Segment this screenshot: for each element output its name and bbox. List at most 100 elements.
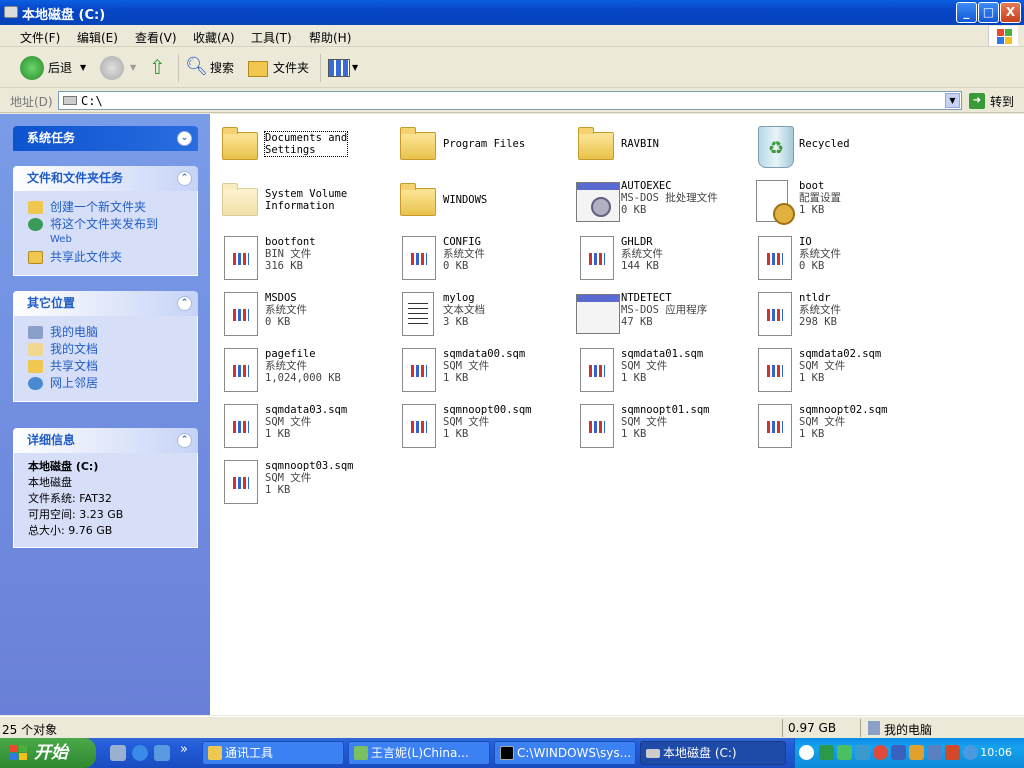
collapse-chevron-icon[interactable]: ⌃	[177, 171, 192, 186]
file-type: 系统文件	[621, 248, 663, 260]
file-item[interactable]: sqmdata03.sqm SQM 文件 1 KB	[218, 400, 396, 456]
address-value[interactable]: C:\	[81, 94, 103, 108]
file-item[interactable]: Program Files	[396, 120, 574, 176]
file-item[interactable]: GHLDR 系统文件 144 KB	[574, 232, 752, 288]
system-tasks-header[interactable]: 系统任务 ⌄	[13, 126, 198, 151]
address-dropdown-icon[interactable]: ▼	[945, 93, 960, 108]
file-name-block: sqmnoopt03.sqm	[265, 460, 354, 472]
taskbar-item-chat[interactable]: 王言妮(L)China...	[348, 741, 490, 765]
file-item[interactable]: MSDOS 系统文件 0 KB	[218, 288, 396, 344]
back-button[interactable]: 后退	[48, 56, 72, 80]
menu-help[interactable]: 帮助(H)	[309, 29, 351, 46]
close-button[interactable]: X	[1000, 2, 1021, 23]
file-item[interactable]: sqmnoopt00.sqm SQM 文件 1 KB	[396, 400, 574, 456]
file-size: 1 KB	[621, 428, 647, 440]
maximize-button[interactable]: □	[978, 2, 999, 23]
taskbar-item-cmd[interactable]: C:\WINDOWS\sys...	[494, 741, 636, 765]
details-panel: 详细信息 ⌃ 本地磁盘 (C:) 本地磁盘 文件系统: FAT32 可用空间: …	[13, 428, 198, 548]
collapse-chevron-icon[interactable]: ⌃	[177, 296, 192, 311]
file-size: 1 KB	[799, 204, 825, 216]
address-input[interactable]: C:\ ▼	[58, 91, 962, 110]
start-button[interactable]: 开始	[0, 738, 96, 768]
quicklaunch-ie-icon[interactable]	[132, 745, 148, 761]
globe-icon	[28, 218, 43, 231]
tray-qq-icon[interactable]	[891, 745, 906, 760]
collapse-chevron-icon[interactable]: ⌃	[177, 433, 192, 448]
expand-chevron-icon[interactable]: ⌄	[177, 131, 192, 146]
back-arrow-icon[interactable]	[20, 56, 44, 80]
file-item[interactable]: CONFIG 系统文件 0 KB	[396, 232, 574, 288]
taskbar-item-local-disk[interactable]: 本地磁盘 (C:)	[640, 741, 786, 765]
file-item[interactable]: sqmnoopt01.sqm SQM 文件 1 KB	[574, 400, 752, 456]
share-folder-link[interactable]: 共享此文件夹	[28, 250, 189, 264]
menu-file[interactable]: 文件(F)	[20, 29, 60, 46]
file-text: WINDOWS	[443, 194, 487, 206]
quicklaunch-more-button[interactable]: »	[180, 742, 188, 757]
menu-tools[interactable]: 工具(T)	[251, 29, 292, 46]
file-item[interactable]: Recycled	[752, 120, 930, 176]
file-item[interactable]: sqmdata01.sqm SQM 文件 1 KB	[574, 344, 752, 400]
file-item[interactable]: bootfont BIN 文件 316 KB	[218, 232, 396, 288]
views-icon[interactable]	[328, 59, 350, 77]
views-dropdown-icon[interactable]: ▼	[352, 56, 358, 80]
file-name: boot	[799, 180, 825, 192]
quicklaunch-media-icon[interactable]	[154, 745, 170, 761]
file-item[interactable]: Documents and Settings	[218, 120, 396, 176]
folders-button[interactable]: 文件夹	[273, 56, 309, 80]
file-item[interactable]: sqmdata02.sqm SQM 文件 1 KB	[752, 344, 930, 400]
network-places-link[interactable]: 网上邻居	[28, 376, 189, 390]
tray-volume-icon[interactable]	[927, 745, 942, 760]
other-places-header[interactable]: 其它位置 ⌃	[13, 291, 198, 316]
shared-documents-link[interactable]: 共享文档	[28, 359, 189, 373]
go-button[interactable]: 转到	[990, 93, 1014, 110]
file-item[interactable]: AUTOEXEC MS-DOS 批处理文件 0 KB	[574, 176, 752, 232]
file-item[interactable]: sqmdata00.sqm SQM 文件 1 KB	[396, 344, 574, 400]
search-icon[interactable]: 🔍︎	[185, 56, 208, 80]
new-folder-link[interactable]: 创建一个新文件夹	[28, 200, 189, 214]
tray-k-icon[interactable]	[945, 745, 960, 760]
file-size: 0 KB	[621, 204, 647, 216]
go-arrow-icon[interactable]: ➜	[969, 93, 985, 109]
file-item[interactable]: boot 配置设置 1 KB	[752, 176, 930, 232]
menu-favorites[interactable]: 收藏(A)	[193, 29, 235, 46]
file-item[interactable]: IO 系统文件 0 KB	[752, 232, 930, 288]
back-dropdown-icon[interactable]: ▼	[80, 56, 86, 80]
system-tray: 10:06	[794, 738, 1024, 768]
publish-web-label-2: Web	[50, 234, 72, 245]
taskbar-item-tongxun[interactable]: 通讯工具	[202, 741, 344, 765]
folders-icon[interactable]	[248, 61, 268, 77]
file-item[interactable]: System Volume Information	[218, 176, 396, 232]
file-item[interactable]: sqmnoopt03.sqm SQM 文件 1 KB	[218, 456, 396, 512]
forward-arrow-icon[interactable]	[100, 56, 124, 80]
publish-web-link[interactable]: 将这个文件夹发布到 Web	[28, 217, 189, 247]
my-computer-link[interactable]: 我的电脑	[28, 325, 189, 339]
menu-view[interactable]: 查看(V)	[135, 29, 177, 46]
details-header[interactable]: 详细信息 ⌃	[13, 428, 198, 453]
up-folder-icon[interactable]: ⇧	[149, 56, 171, 80]
file-item[interactable]: ntldr 系统文件 298 KB	[752, 288, 930, 344]
file-tasks-header[interactable]: 文件和文件夹任务 ⌃	[13, 166, 198, 191]
file-item[interactable]: mylog 文本文档 3 KB	[396, 288, 574, 344]
tray-shield-icon[interactable]	[819, 745, 834, 760]
menu-edit[interactable]: 编辑(E)	[77, 29, 118, 46]
minimize-button[interactable]: _	[956, 2, 977, 23]
quicklaunch-computer-icon[interactable]	[110, 745, 126, 761]
file-list[interactable]: Documents and Settings Program Files RAVBIN…	[210, 114, 1024, 715]
tray-expand-icon[interactable]	[799, 745, 814, 760]
forward-dropdown-icon[interactable]: ▼	[130, 56, 136, 80]
file-name-block: System Volume Information	[265, 188, 347, 212]
windows-flag-icon	[10, 745, 28, 761]
file-item[interactable]: WINDOWS	[396, 176, 574, 232]
tray-user-icon[interactable]	[855, 745, 870, 760]
my-documents-link[interactable]: 我的文档	[28, 342, 189, 356]
file-item[interactable]: RAVBIN	[574, 120, 752, 176]
file-item[interactable]: sqmnoopt02.sqm SQM 文件 1 KB	[752, 400, 930, 456]
tray-refresh-icon[interactable]	[963, 745, 978, 760]
file-item[interactable]: NTDETECT MS-DOS 应用程序 47 KB	[574, 288, 752, 344]
tray-antivirus-icon[interactable]	[873, 745, 888, 760]
tray-network-icon[interactable]	[837, 745, 852, 760]
tray-app-icon[interactable]	[909, 745, 924, 760]
title-bar[interactable]: 本地磁盘 (C:) _ □ X	[0, 0, 1024, 25]
file-item[interactable]: pagefile 系统文件 1,024,000 KB	[218, 344, 396, 400]
search-button[interactable]: 搜索	[210, 56, 234, 80]
